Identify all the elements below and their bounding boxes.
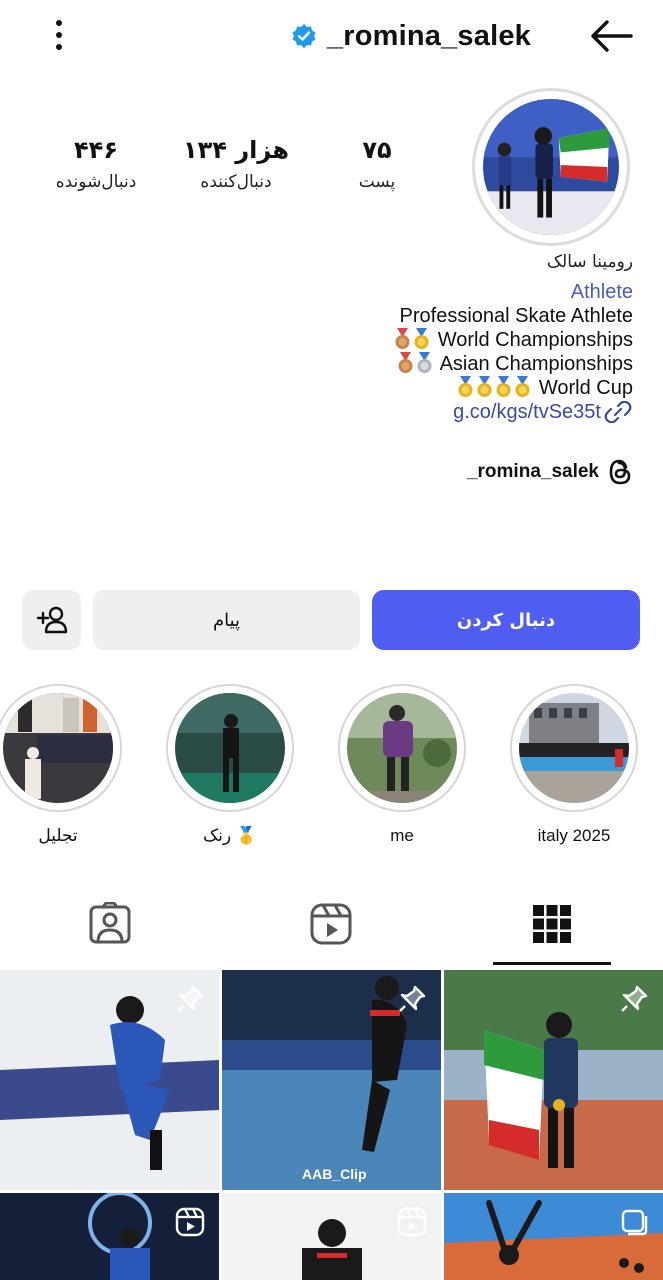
- bio-line-2: World Championships: [233, 328, 633, 352]
- reels-tab-icon[interactable]: [309, 902, 353, 946]
- profile-avatar-ring[interactable]: [472, 88, 630, 246]
- top-bar: _romina_salek: [0, 0, 663, 72]
- following-count-label: دنبال‌شونده: [55, 172, 137, 192]
- bio-line-2-text: World Championships: [437, 329, 633, 351]
- back-arrow-icon[interactable]: [589, 18, 635, 54]
- bio-link-text: g.co/kgs/tvSe35t: [453, 401, 601, 423]
- highlight-cover: [347, 693, 457, 803]
- reel-icon: [175, 1207, 205, 1237]
- profile-bio: رومینا سالک Athlete Professional Skate A…: [233, 250, 633, 424]
- bio-line-4: World Cup: [233, 376, 633, 400]
- suggested-users-button[interactable]: [22, 590, 81, 650]
- bio-line-1: Professional Skate Athlete: [399, 305, 633, 327]
- follow-button[interactable]: دنبال کردن: [372, 590, 640, 650]
- highlight-label: رنک 🥇: [202, 826, 258, 845]
- avatar: [483, 99, 619, 235]
- threads-icon: [609, 459, 631, 485]
- pinned-icon: [621, 985, 648, 1012]
- posts-count[interactable]: ۷۵ پست: [340, 136, 414, 192]
- bio-line-3-text: Asian Championships: [439, 353, 633, 375]
- pinned-icon: [177, 985, 204, 1012]
- posts-count-label: پست: [358, 172, 396, 192]
- bio-link-row: g.co/kgs/tvSe35t: [233, 400, 633, 424]
- highlight-italy-2025[interactable]: italy 2025: [510, 684, 638, 846]
- category-label[interactable]: Athlete: [233, 280, 633, 304]
- bronze-medal-icon: [395, 328, 410, 349]
- add-person-icon: [36, 606, 67, 634]
- bronze-medal-icon: [398, 352, 413, 373]
- highlight-cover: [175, 693, 285, 803]
- gold-medal-icon: [496, 376, 511, 397]
- profile-username-header: _romina_salek: [291, 14, 531, 58]
- highlight-tajlil[interactable]: تجلیل: [0, 684, 122, 846]
- verified-badge-icon: [292, 24, 316, 48]
- gold-medal-icon: [458, 376, 473, 397]
- gold-medal-icon: [414, 328, 429, 349]
- pinned-icon: [399, 985, 426, 1012]
- profile-tabs: [0, 888, 663, 968]
- posts-count-value: ۷۵: [362, 136, 392, 164]
- bio-line-3: Asian Championships: [233, 352, 633, 376]
- reel-icon: [397, 1207, 427, 1237]
- grid-post[interactable]: [0, 1193, 219, 1280]
- grid-post[interactable]: [444, 970, 663, 1190]
- highlight-label: italy 2025: [537, 826, 611, 845]
- carousel-icon: [621, 1209, 648, 1236]
- followers-count[interactable]: ۱۳۴ هزار دنبال‌کننده: [180, 136, 292, 192]
- grid-post[interactable]: AAB_Clip: [222, 970, 441, 1190]
- display-name: رومینا سالک: [546, 252, 633, 272]
- post-watermark: AAB_Clip: [302, 1166, 367, 1182]
- highlight-cover: [519, 693, 629, 803]
- grid-post[interactable]: [444, 1193, 663, 1280]
- posts-grid: AAB_Clip: [0, 970, 663, 1280]
- message-button[interactable]: پیام: [93, 590, 360, 650]
- tagged-tab-icon[interactable]: [88, 902, 132, 946]
- silver-medal-icon: [417, 352, 432, 373]
- posts-grid-tab-icon[interactable]: [530, 902, 574, 946]
- highlight-cover: [3, 693, 113, 803]
- following-count-value: ۴۴۶: [74, 136, 118, 164]
- highlight-me[interactable]: me: [338, 684, 466, 846]
- following-count[interactable]: ۴۴۶ دنبال‌شونده: [40, 136, 152, 192]
- gold-medal-icon: [515, 376, 530, 397]
- more-options-icon[interactable]: [46, 18, 72, 52]
- bio-link[interactable]: g.co/kgs/tvSe35t: [453, 400, 633, 424]
- grid-post[interactable]: [0, 970, 219, 1190]
- threads-badge[interactable]: _romina_salek: [467, 458, 633, 486]
- followers-count-value: ۱۳۴ هزار: [183, 136, 289, 164]
- highlight-rank[interactable]: رنک 🥇: [166, 684, 294, 846]
- active-tab-indicator: [493, 962, 611, 965]
- highlight-label: تجلیل: [38, 826, 78, 845]
- followers-count-label: دنبال‌کننده: [200, 172, 272, 192]
- link-icon: [604, 401, 632, 423]
- threads-handle: _romina_salek: [466, 461, 599, 482]
- grid-post[interactable]: [222, 1193, 441, 1280]
- bio-line-4-text: World Cup: [538, 377, 633, 399]
- username-title: _romina_salek: [326, 19, 531, 52]
- highlight-label: me: [390, 826, 414, 845]
- gold-medal-icon: [477, 376, 492, 397]
